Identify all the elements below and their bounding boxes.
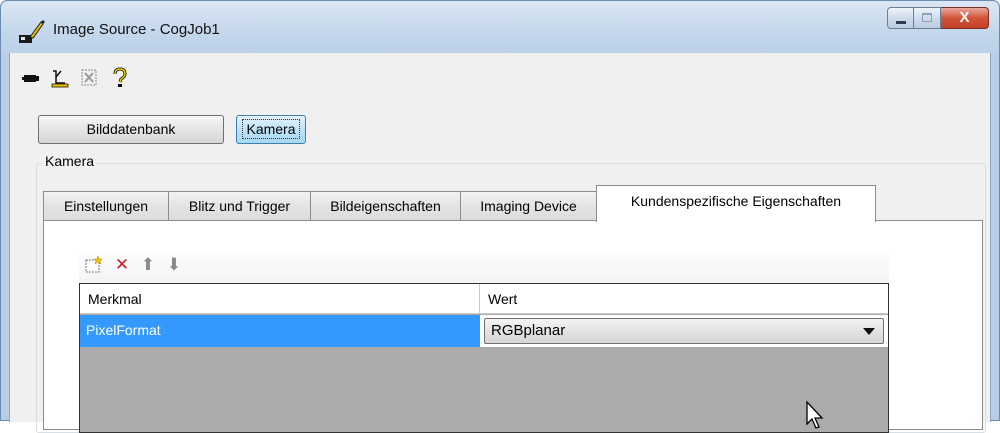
cell-merkmal[interactable]: PixelFormat: [80, 315, 480, 347]
window-title: Image Source - CogJob1: [53, 21, 220, 38]
region-select-icon[interactable]: [78, 67, 102, 89]
image-source-app-icon: [19, 20, 45, 43]
grid-toolbar: ✕ ⬆ ⬇: [79, 247, 889, 283]
image-source-window: Image Source - CogJob1 X Bilddatenbank K…: [0, 0, 1000, 433]
cell-wert: RGBplanar: [480, 315, 888, 347]
tab-label: Imaging Device: [480, 198, 577, 214]
database-source-button[interactable]: Bilddatenbank: [38, 115, 224, 144]
chevron-down-icon[interactable]: [863, 328, 875, 335]
database-source-label: Bilddatenbank: [86, 121, 176, 137]
tab-imaging-device[interactable]: Imaging Device: [460, 191, 597, 221]
minimize-icon: [896, 21, 906, 24]
new-row-icon[interactable]: [83, 255, 105, 275]
maximize-button[interactable]: [914, 7, 941, 29]
title-bar[interactable]: Image Source - CogJob1 X: [1, 1, 999, 53]
custom-properties-tab-page: ✕ ⬆ ⬇ Merkmal Wert PixelFormat RGBplanar: [43, 220, 983, 433]
camera-icon[interactable]: [20, 67, 44, 89]
tab-blitz-und-trigger[interactable]: Blitz und Trigger: [168, 191, 311, 221]
tab-label: Bildeigenschaften: [330, 198, 441, 214]
move-up-icon[interactable]: ⬆: [137, 255, 159, 275]
tab-label: Kundenspezifische Eigenschaften: [630, 193, 842, 209]
mouse-pointer-icon: [806, 400, 824, 429]
camera-source-label: Kamera: [242, 119, 300, 139]
tab-bildeigenschaften[interactable]: Bildeigenschaften: [310, 191, 461, 221]
tab-label: Einstellungen: [63, 198, 149, 214]
main-toolbar: [10, 53, 990, 99]
camera-group-label: Kamera: [42, 153, 98, 169]
tab-kundenspezifische-eigenschaften[interactable]: Kundenspezifische Eigenschaften: [596, 185, 876, 222]
properties-grid[interactable]: Merkmal Wert PixelFormat RGBplanar: [79, 283, 889, 433]
tab-label: Blitz und Trigger: [188, 198, 291, 214]
close-icon: X: [959, 9, 970, 26]
wert-dropdown-value: RGBplanar: [491, 322, 566, 339]
camera-source-button[interactable]: Kamera: [236, 115, 306, 144]
move-down-icon[interactable]: ⬇: [163, 255, 185, 275]
client-area: Bilddatenbank Kamera Kamera Einstellunge…: [9, 53, 991, 433]
column-header-merkmal[interactable]: Merkmal: [80, 284, 480, 314]
wert-dropdown[interactable]: RGBplanar: [484, 318, 884, 344]
help-question-icon[interactable]: [108, 67, 132, 89]
tab-einstellungen[interactable]: Einstellungen: [43, 191, 169, 221]
close-button[interactable]: X: [941, 7, 989, 29]
column-header-wert[interactable]: Wert: [480, 284, 888, 314]
table-row[interactable]: PixelFormat RGBplanar: [80, 315, 888, 347]
maximize-icon: [922, 13, 932, 22]
caption-buttons: X: [887, 7, 989, 31]
delete-icon[interactable]: ✕: [111, 255, 133, 275]
edit-measure-icon[interactable]: [48, 67, 72, 89]
minimize-button[interactable]: [887, 7, 914, 29]
grid-header: Merkmal Wert: [80, 284, 888, 314]
